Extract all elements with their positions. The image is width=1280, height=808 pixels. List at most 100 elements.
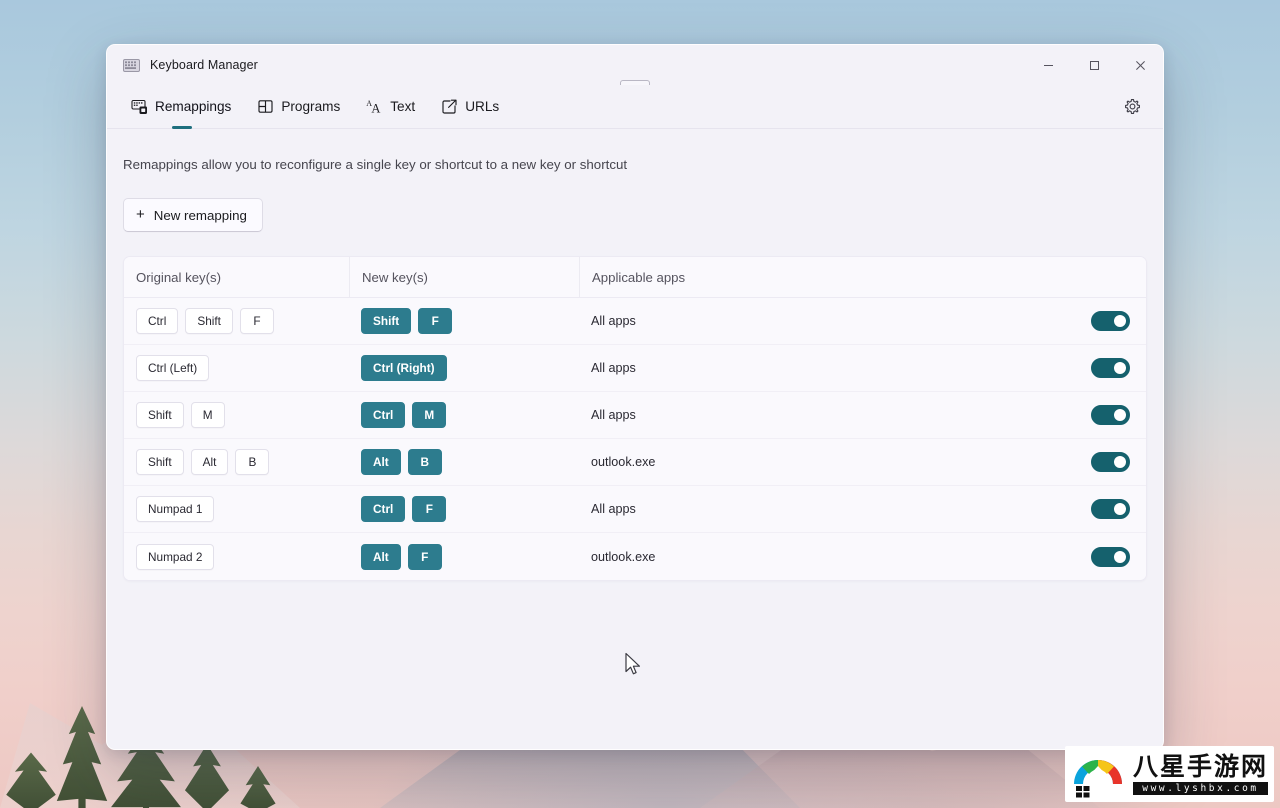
tab-remappings[interactable]: Remappings bbox=[123, 90, 241, 129]
original-key-chip: F bbox=[239, 308, 274, 334]
cell-original-keys: Numpad 1 bbox=[124, 486, 349, 532]
table-header-row: Original key(s) New key(s) Applicable ap… bbox=[124, 257, 1146, 298]
table-row[interactable]: Ctrl Shift F Shift F All apps bbox=[124, 298, 1146, 345]
enabled-toggle[interactable] bbox=[1090, 311, 1130, 331]
cell-new-keys: Shift F bbox=[349, 298, 579, 344]
toggle-knob bbox=[1113, 503, 1126, 515]
watermark-logo-icon bbox=[1071, 750, 1125, 798]
window-controls bbox=[1025, 45, 1163, 85]
gear-icon bbox=[1124, 99, 1140, 114]
new-key-chip: Shift bbox=[361, 308, 412, 334]
cell-new-keys: Alt B bbox=[349, 439, 579, 485]
cell-applicable-apps: All apps bbox=[579, 345, 1074, 391]
applicable-apps-text: All apps bbox=[591, 314, 636, 328]
original-key-chip: Shift bbox=[185, 308, 233, 334]
font-size-icon: A A bbox=[366, 98, 383, 115]
cell-applicable-apps: All apps bbox=[579, 298, 1074, 344]
new-key-chip: Alt bbox=[361, 449, 401, 475]
original-key-chip: M bbox=[190, 402, 225, 428]
toggle-knob bbox=[1113, 456, 1126, 468]
cell-original-keys: Shift M bbox=[124, 392, 349, 438]
original-key-chip: Shift bbox=[136, 402, 184, 428]
table-body: Ctrl Shift F Shift F All apps Ctrl (Left) Ctrl … bbox=[124, 298, 1146, 580]
table-row[interactable]: Shift M Ctrl M All apps bbox=[124, 392, 1146, 439]
cell-applicable-apps: All apps bbox=[579, 392, 1074, 438]
column-header-new: New key(s) bbox=[349, 257, 579, 297]
toggle-knob bbox=[1113, 550, 1126, 563]
cell-enabled-toggle bbox=[1074, 533, 1146, 580]
watermark-text: 八星手游网 www.lyshbx.com bbox=[1132, 751, 1268, 795]
new-key-chip: M bbox=[412, 402, 447, 428]
settings-button[interactable] bbox=[1117, 92, 1147, 122]
external-link-icon bbox=[441, 98, 458, 115]
table-row[interactable]: Numpad 2 Alt Foutlook.exe bbox=[124, 533, 1146, 580]
new-key-chip: F bbox=[412, 496, 447, 522]
app-content: Remappings allow you to reconfigure a si… bbox=[107, 129, 1163, 749]
enabled-toggle[interactable] bbox=[1090, 499, 1130, 519]
keyboard-icon bbox=[123, 58, 140, 72]
tab-active-underline bbox=[172, 125, 193, 129]
cell-applicable-apps: All apps bbox=[579, 486, 1074, 532]
watermark-site-name: 八星手游网 bbox=[1132, 751, 1268, 781]
minimize-button[interactable] bbox=[1025, 45, 1071, 85]
table-row[interactable]: Ctrl (Left) Ctrl (Right) All apps bbox=[124, 345, 1146, 392]
keyboard-remap-icon bbox=[131, 98, 148, 115]
maximize-button[interactable] bbox=[1071, 45, 1117, 85]
cell-new-keys: Alt F bbox=[349, 533, 579, 580]
new-remapping-button[interactable]: + New remapping bbox=[123, 198, 263, 232]
enabled-toggle[interactable] bbox=[1090, 358, 1130, 378]
minimize-icon bbox=[1043, 64, 1053, 66]
cell-original-keys: Numpad 2 bbox=[124, 533, 349, 580]
title-bar-left: Keyboard Manager bbox=[107, 58, 258, 72]
original-key-chip: Ctrl bbox=[136, 308, 179, 334]
cell-enabled-toggle bbox=[1074, 486, 1146, 532]
tab-label: URLs bbox=[465, 99, 500, 114]
cell-enabled-toggle bbox=[1074, 345, 1146, 391]
page-description: Remappings allow you to reconfigure a si… bbox=[123, 157, 628, 172]
svg-text:A: A bbox=[372, 102, 381, 115]
tab-strip: Remappings Programs A A Text URLs bbox=[107, 85, 1163, 129]
applicable-apps-text: All apps bbox=[591, 361, 636, 375]
tab-programs[interactable]: Programs bbox=[249, 90, 350, 124]
tab-label: Text bbox=[390, 99, 416, 114]
original-key-chip: Numpad 2 bbox=[136, 543, 215, 570]
table-row[interactable]: Shift Alt B Alt Boutlook.exe bbox=[124, 439, 1146, 486]
original-key-chip: Ctrl (Left) bbox=[136, 355, 210, 381]
remappings-table: Original key(s) New key(s) Applicable ap… bbox=[123, 256, 1147, 581]
table-row[interactable]: Numpad 1 Ctrl F All apps bbox=[124, 486, 1146, 533]
original-key-chip: Alt bbox=[190, 449, 229, 475]
cell-new-keys: Ctrl F bbox=[349, 486, 579, 532]
new-key-chip: F bbox=[407, 543, 442, 570]
new-key-chip: F bbox=[418, 308, 453, 334]
tab-text[interactable]: A A Text bbox=[358, 90, 425, 124]
plus-icon: + bbox=[136, 205, 145, 223]
tab-label: Programs bbox=[281, 99, 341, 114]
original-key-chip: Shift bbox=[136, 449, 184, 475]
toggle-knob bbox=[1113, 315, 1126, 327]
new-key-chip: Ctrl bbox=[361, 402, 406, 428]
applicable-apps-text: outlook.exe bbox=[591, 549, 656, 564]
new-key-chip: B bbox=[407, 449, 442, 475]
toggle-knob bbox=[1113, 409, 1126, 421]
cell-applicable-apps: outlook.exe bbox=[579, 439, 1074, 485]
title-bar[interactable]: Keyboard Manager bbox=[107, 45, 1163, 98]
cell-new-keys: Ctrl (Right) bbox=[349, 345, 579, 391]
cell-original-keys: Ctrl Shift F bbox=[124, 298, 349, 344]
watermark: 八星手游网 www.lyshbx.com bbox=[1064, 746, 1274, 802]
cell-applicable-apps: outlook.exe bbox=[579, 533, 1074, 580]
tab-urls[interactable]: URLs bbox=[433, 90, 509, 124]
close-button[interactable] bbox=[1117, 45, 1163, 85]
original-key-chip: Numpad 1 bbox=[136, 496, 215, 522]
enabled-toggle[interactable] bbox=[1090, 405, 1130, 425]
maximize-icon bbox=[1089, 60, 1099, 70]
enabled-toggle[interactable] bbox=[1090, 546, 1130, 567]
new-key-chip: Ctrl (Right) bbox=[361, 355, 447, 381]
new-key-chip: Alt bbox=[361, 543, 401, 570]
column-header-original: Original key(s) bbox=[136, 269, 222, 285]
tab-label: Remappings bbox=[155, 99, 232, 114]
enabled-toggle[interactable] bbox=[1090, 452, 1130, 472]
keyboard-manager-window: Keyboard Manager Remappings Programs A A… bbox=[106, 44, 1164, 750]
watermark-url: www.lyshbx.com bbox=[1132, 781, 1268, 795]
column-header-apps: Applicable apps bbox=[579, 257, 1146, 297]
cell-enabled-toggle bbox=[1074, 298, 1146, 344]
